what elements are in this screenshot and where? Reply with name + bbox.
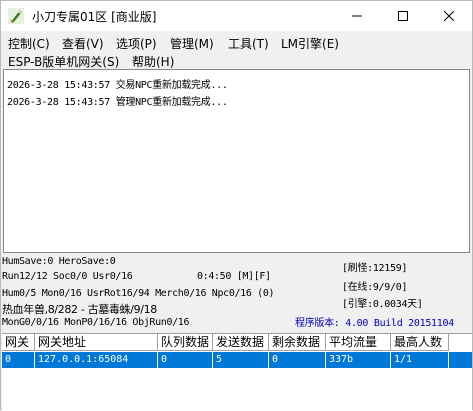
close-icon bbox=[444, 11, 454, 21]
minimize-icon bbox=[352, 15, 362, 17]
column-header[interactable]: 发送数据 bbox=[213, 334, 269, 351]
menu-manage[interactable]: 管理(M) bbox=[170, 35, 214, 52]
cell-avg-traffic: 337b bbox=[326, 352, 391, 368]
close-button[interactable] bbox=[426, 1, 472, 31]
menu-bar: 控制(C) 查看(V) 选项(P) 管理(M) 工具(T) LM引擎(E) ES… bbox=[1, 32, 472, 70]
cell-sent: 5 bbox=[213, 352, 269, 368]
table-row[interactable]: 0 127.0.0.1:65084 0 5 0 337b 1/1 bbox=[2, 352, 472, 368]
menu-esp-gateway[interactable]: ESP-B版单机网关(S) bbox=[8, 53, 119, 70]
window-title: 小刀专属01区 [商业版] bbox=[32, 10, 157, 24]
status-run: Run12/12 Soc0/0 Usr0/16 bbox=[2, 271, 133, 282]
menu-control[interactable]: 控制(C) bbox=[8, 35, 50, 52]
status-monster: 热血年兽,8/282 - 古墓毒蛛/9/18 bbox=[2, 303, 157, 316]
log-line: 2026-3-28 15:43:57 管理NPC重新加载完成... bbox=[7, 97, 228, 108]
app-dagger-icon bbox=[8, 8, 24, 24]
menu-tools[interactable]: 工具(T) bbox=[228, 35, 269, 52]
column-header[interactable]: 最高人数 bbox=[391, 334, 449, 351]
maximize-icon bbox=[398, 11, 408, 21]
menu-help[interactable]: 帮助(H) bbox=[132, 53, 174, 70]
title-bar[interactable]: 小刀专属01区 [商业版] bbox=[1, 1, 472, 31]
column-header[interactable]: 网关 bbox=[2, 334, 35, 351]
menu-options[interactable]: 选项(P) bbox=[116, 35, 157, 52]
menu-lm-engine[interactable]: LM引擎(E) bbox=[281, 35, 339, 52]
status-timer: 0:4:50 [M][F] bbox=[197, 271, 271, 282]
cell-remaining: 0 bbox=[269, 352, 326, 368]
engine-counter: [引擎:0.0034天] bbox=[342, 299, 423, 310]
gateway-table[interactable]: 网关 网关地址 队列数据 发送数据 剩余数据 平均流量 最高人数 0 127.0… bbox=[2, 333, 472, 411]
status-mong: MonG0/0/16 MonP0/16/16 ObjRun0/16 bbox=[2, 317, 190, 328]
column-header[interactable]: 网关地址 bbox=[35, 334, 158, 351]
maximize-button[interactable] bbox=[380, 1, 426, 31]
menu-view[interactable]: 查看(V) bbox=[62, 35, 104, 52]
cell-gateway: 0 bbox=[2, 352, 35, 368]
log-line: 2026-3-28 15:43:57 交易NPC重新加载完成... bbox=[7, 80, 228, 91]
cell-queue: 0 bbox=[158, 352, 213, 368]
cell-max-users: 1/1 bbox=[391, 352, 449, 368]
minimize-button[interactable] bbox=[334, 1, 380, 31]
main-window: 小刀专属01区 [商业版] 控制(C) 查看(V) 选项(P) 管理(M) 工具… bbox=[0, 0, 473, 411]
online-counter: [在线:9/9/0] bbox=[342, 282, 408, 293]
column-header[interactable]: 平均流量 bbox=[326, 334, 391, 351]
column-header[interactable]: 剩余数据 bbox=[269, 334, 326, 351]
cell-address: 127.0.0.1:65084 bbox=[35, 352, 158, 368]
program-version: 程序版本: 4.00 Build 20151104 bbox=[295, 318, 454, 329]
status-save: HumSave:0 HeroSave:0 bbox=[2, 256, 116, 267]
brush-counter: [刷怪:12159] bbox=[342, 263, 408, 274]
column-header[interactable]: 队列数据 bbox=[158, 334, 213, 351]
status-hum: Hum0/5 Mon0/16 UsrRot16/94 Merch0/16 Npc… bbox=[2, 288, 275, 299]
log-panel[interactable]: 2026-3-28 15:43:57 交易NPC重新加载完成... 2026-3… bbox=[3, 69, 470, 253]
